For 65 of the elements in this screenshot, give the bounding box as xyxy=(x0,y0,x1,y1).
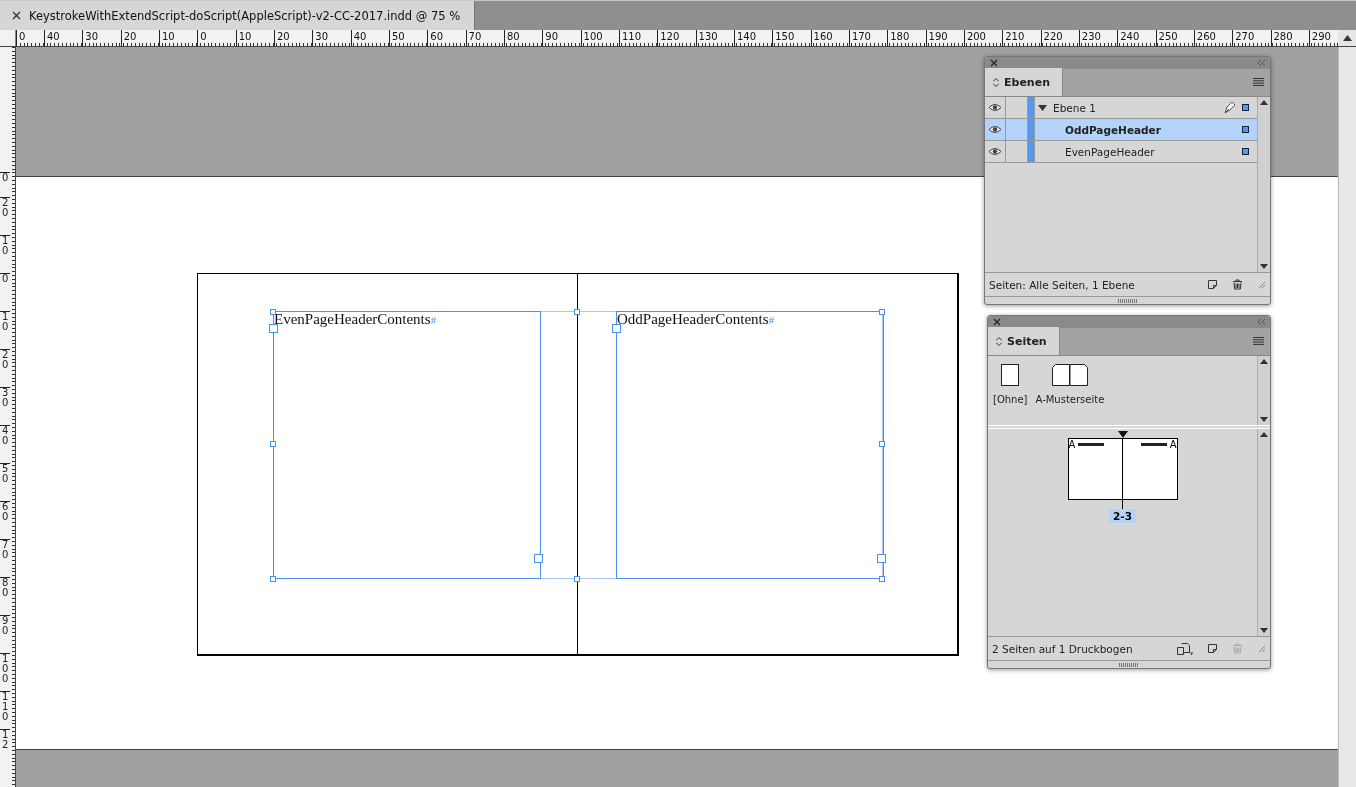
frame-text: OddPageHeaderContents# xyxy=(617,312,775,327)
menu-icon[interactable] xyxy=(1253,78,1264,86)
scrollbar[interactable] xyxy=(1257,429,1270,636)
selection-handle[interactable] xyxy=(574,576,580,582)
menu-icon[interactable] xyxy=(1253,337,1264,345)
scrollbar[interactable] xyxy=(1257,356,1270,425)
layer-name: Ebene 1 xyxy=(1053,101,1097,114)
scroll-down-icon[interactable] xyxy=(1260,417,1268,422)
trash-icon[interactable] xyxy=(1232,279,1243,290)
selection-handle[interactable] xyxy=(879,309,885,315)
eye-icon[interactable] xyxy=(988,147,1002,156)
selection-square-icon xyxy=(1242,126,1249,133)
resize-grip[interactable] xyxy=(1117,298,1138,303)
updown-icon[interactable] xyxy=(996,336,1002,346)
scroll-up-icon[interactable] xyxy=(1342,35,1352,41)
new-page-icon[interactable] xyxy=(1207,279,1218,290)
scroll-down-icon[interactable] xyxy=(1260,264,1268,269)
resize-grip[interactable] xyxy=(1119,662,1139,667)
scroll-up-icon[interactable] xyxy=(1260,359,1268,364)
panel-tab[interactable]: Seiten xyxy=(988,327,1060,355)
master-name[interactable]: [Ohne] xyxy=(993,394,1028,405)
master-prefix: A xyxy=(1169,439,1177,451)
close-icon[interactable] xyxy=(12,11,21,20)
selection-handle[interactable] xyxy=(270,441,276,447)
master-prefix: A xyxy=(1068,439,1076,451)
eye-icon[interactable] xyxy=(988,103,1002,112)
frame-text: EvenPageHeaderContents# xyxy=(274,312,437,327)
layer-name: EvenPageHeader xyxy=(1065,145,1156,158)
layer-row[interactable]: OddPageHeader xyxy=(985,119,1257,141)
eye-icon[interactable] xyxy=(988,125,1002,134)
vertical-scrollbar[interactable] xyxy=(1338,47,1356,787)
panel-tab[interactable]: Ebenen xyxy=(985,68,1063,96)
edit-page-size-icon[interactable] xyxy=(1177,642,1193,655)
layer-row[interactable]: EvenPageHeader xyxy=(985,141,1257,163)
text-frame[interactable]: EvenPageHeaderContents# xyxy=(273,311,541,579)
page-thumbnail-icon[interactable] xyxy=(1001,364,1020,386)
close-icon[interactable] xyxy=(990,59,998,67)
pen-icon[interactable] xyxy=(1223,101,1236,114)
updown-icon[interactable] xyxy=(993,77,999,87)
layer-name: OddPageHeader xyxy=(1065,123,1162,136)
text-frame[interactable]: OddPageHeaderContents# xyxy=(616,311,884,579)
selection-handle[interactable] xyxy=(270,576,276,582)
spread-thumbnail[interactable]: A A xyxy=(1067,438,1178,500)
scroll-up-icon[interactable] xyxy=(1260,432,1268,437)
status-text: 2 Seiten auf 1 Druckbogen xyxy=(992,642,1134,655)
close-icon[interactable] xyxy=(993,318,1001,326)
scrollbar[interactable] xyxy=(1257,97,1270,272)
page-number-label[interactable]: 2-3 xyxy=(1109,509,1136,523)
new-page-icon[interactable] xyxy=(1207,643,1218,654)
selection-handle[interactable] xyxy=(270,309,276,315)
selection-handle[interactable] xyxy=(879,576,885,582)
status-text: Seiten: Alle Seiten, 1 Ebene xyxy=(989,278,1136,291)
document-tab[interactable]: KeystrokeWithExtendScript-doScript(AppleScript)-v2-CC-2017.indd @ 75 % xyxy=(0,1,476,30)
selection-handle[interactable] xyxy=(574,309,580,315)
selection-square-icon xyxy=(1242,148,1249,155)
document-title: KeystrokeWithExtendScript-doScript(AppleScript)-v2-CC-2017.indd @ 75 % xyxy=(29,8,461,23)
disclosure-triangle-icon[interactable] xyxy=(1038,104,1047,111)
selection-square-icon xyxy=(1242,104,1249,111)
spread-thumbnail-icon[interactable] xyxy=(1051,364,1088,386)
master-name[interactable]: A-Musterseite xyxy=(1035,394,1105,405)
scroll-up-icon[interactable] xyxy=(1260,100,1268,105)
scroll-down-icon[interactable] xyxy=(1260,628,1268,633)
frame-handle[interactable] xyxy=(877,554,886,563)
frame-handle[interactable] xyxy=(534,554,543,563)
selection-handle[interactable] xyxy=(879,441,885,447)
